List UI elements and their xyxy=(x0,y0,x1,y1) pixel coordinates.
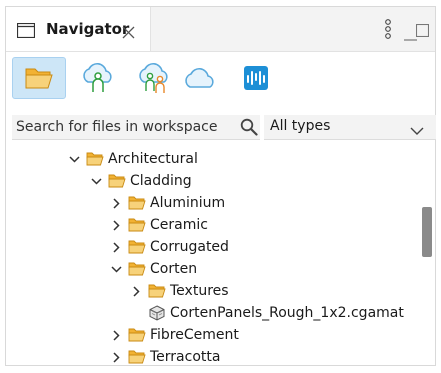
tree-item[interactable]: Aluminium xyxy=(110,192,225,214)
toolbar xyxy=(6,51,435,113)
chevron-right-icon[interactable] xyxy=(110,219,122,231)
app-logo-button[interactable] xyxy=(229,57,283,99)
tree-item-label: FibreCement xyxy=(150,327,239,343)
folder-open-icon xyxy=(128,349,146,365)
close-icon[interactable] xyxy=(122,24,135,43)
maximize-icon[interactable] xyxy=(415,22,432,38)
open-folder-icon xyxy=(25,68,53,89)
tree-item[interactable]: CortenPanels_Rough_1x2.cgamat xyxy=(130,302,404,324)
folder-open-icon xyxy=(86,151,104,167)
search-box xyxy=(12,115,260,140)
app-logo-icon xyxy=(244,66,268,90)
tree-item-label: Architectural xyxy=(108,151,198,167)
tab-bar: Navigator xyxy=(6,7,435,52)
tree-item-label: Terracotta xyxy=(150,349,221,365)
tree-item-label: Textures xyxy=(170,283,229,299)
view-menu-icon[interactable] xyxy=(380,19,396,39)
folder-open-icon xyxy=(128,195,146,211)
folder-open-icon xyxy=(128,217,146,233)
tree-item[interactable]: FibreCement xyxy=(110,324,239,346)
chevron-right-icon[interactable] xyxy=(110,197,122,209)
cloud-button[interactable] xyxy=(173,57,227,99)
tree-item-label: Ceramic xyxy=(150,217,208,233)
type-filter-value: All types xyxy=(270,118,331,134)
cloud-user-button[interactable] xyxy=(71,57,125,99)
cloud-users-icon xyxy=(139,63,168,93)
folder-open-icon xyxy=(128,239,146,255)
chevron-right-icon[interactable] xyxy=(110,351,122,363)
open-folder-button[interactable] xyxy=(12,57,66,99)
chevron-right-icon[interactable] xyxy=(110,241,122,253)
tree-item[interactable]: Ceramic xyxy=(110,214,208,236)
chevron-right-icon[interactable] xyxy=(130,285,142,297)
folder-open-icon xyxy=(108,173,126,189)
chevron-right-icon[interactable] xyxy=(110,329,122,341)
tree-item[interactable]: Textures xyxy=(130,280,229,302)
scrollbar-thumb[interactable] xyxy=(422,207,432,257)
file-tree: Architectural Cladding Aluminium Ceramic Cor… xyxy=(6,145,416,367)
search-input[interactable] xyxy=(16,116,228,138)
tab-title: Navigator xyxy=(46,20,130,38)
tree-item-label: Corrugated xyxy=(150,239,229,255)
type-filter-select[interactable]: All types xyxy=(264,115,436,140)
search-icon[interactable] xyxy=(240,118,258,140)
chevron-down-icon[interactable] xyxy=(68,153,80,165)
tree-item[interactable]: Corrugated xyxy=(110,236,229,258)
tree-item-label: Aluminium xyxy=(150,195,226,211)
tree-item-label: Cladding xyxy=(130,173,192,189)
cloud-icon xyxy=(185,68,214,88)
tree-item-label: Corten xyxy=(150,261,198,277)
chevron-down-icon[interactable] xyxy=(110,263,122,275)
tree-item[interactable]: Corten xyxy=(110,258,197,280)
navigator-panel: Navigator Search for files in workspace … xyxy=(5,6,436,366)
tree-item[interactable]: Terracotta xyxy=(110,346,220,367)
chevron-down-icon[interactable] xyxy=(90,175,102,187)
window-icon xyxy=(16,22,36,42)
tree-item-label: CortenPanels_Rough_1x2.cgamat xyxy=(170,305,404,321)
cloud-user-icon xyxy=(83,63,112,92)
folder-open-icon xyxy=(128,327,146,343)
scrollbar[interactable] xyxy=(420,145,434,365)
folder-open-icon xyxy=(128,261,146,277)
tree-item[interactable]: Architectural xyxy=(68,148,198,170)
chevron-down-icon xyxy=(410,121,424,140)
folder-open-icon xyxy=(148,283,166,299)
tab-navigator[interactable]: Navigator xyxy=(6,7,151,51)
material-file-icon xyxy=(148,305,166,321)
tree-item[interactable]: Cladding xyxy=(90,170,192,192)
